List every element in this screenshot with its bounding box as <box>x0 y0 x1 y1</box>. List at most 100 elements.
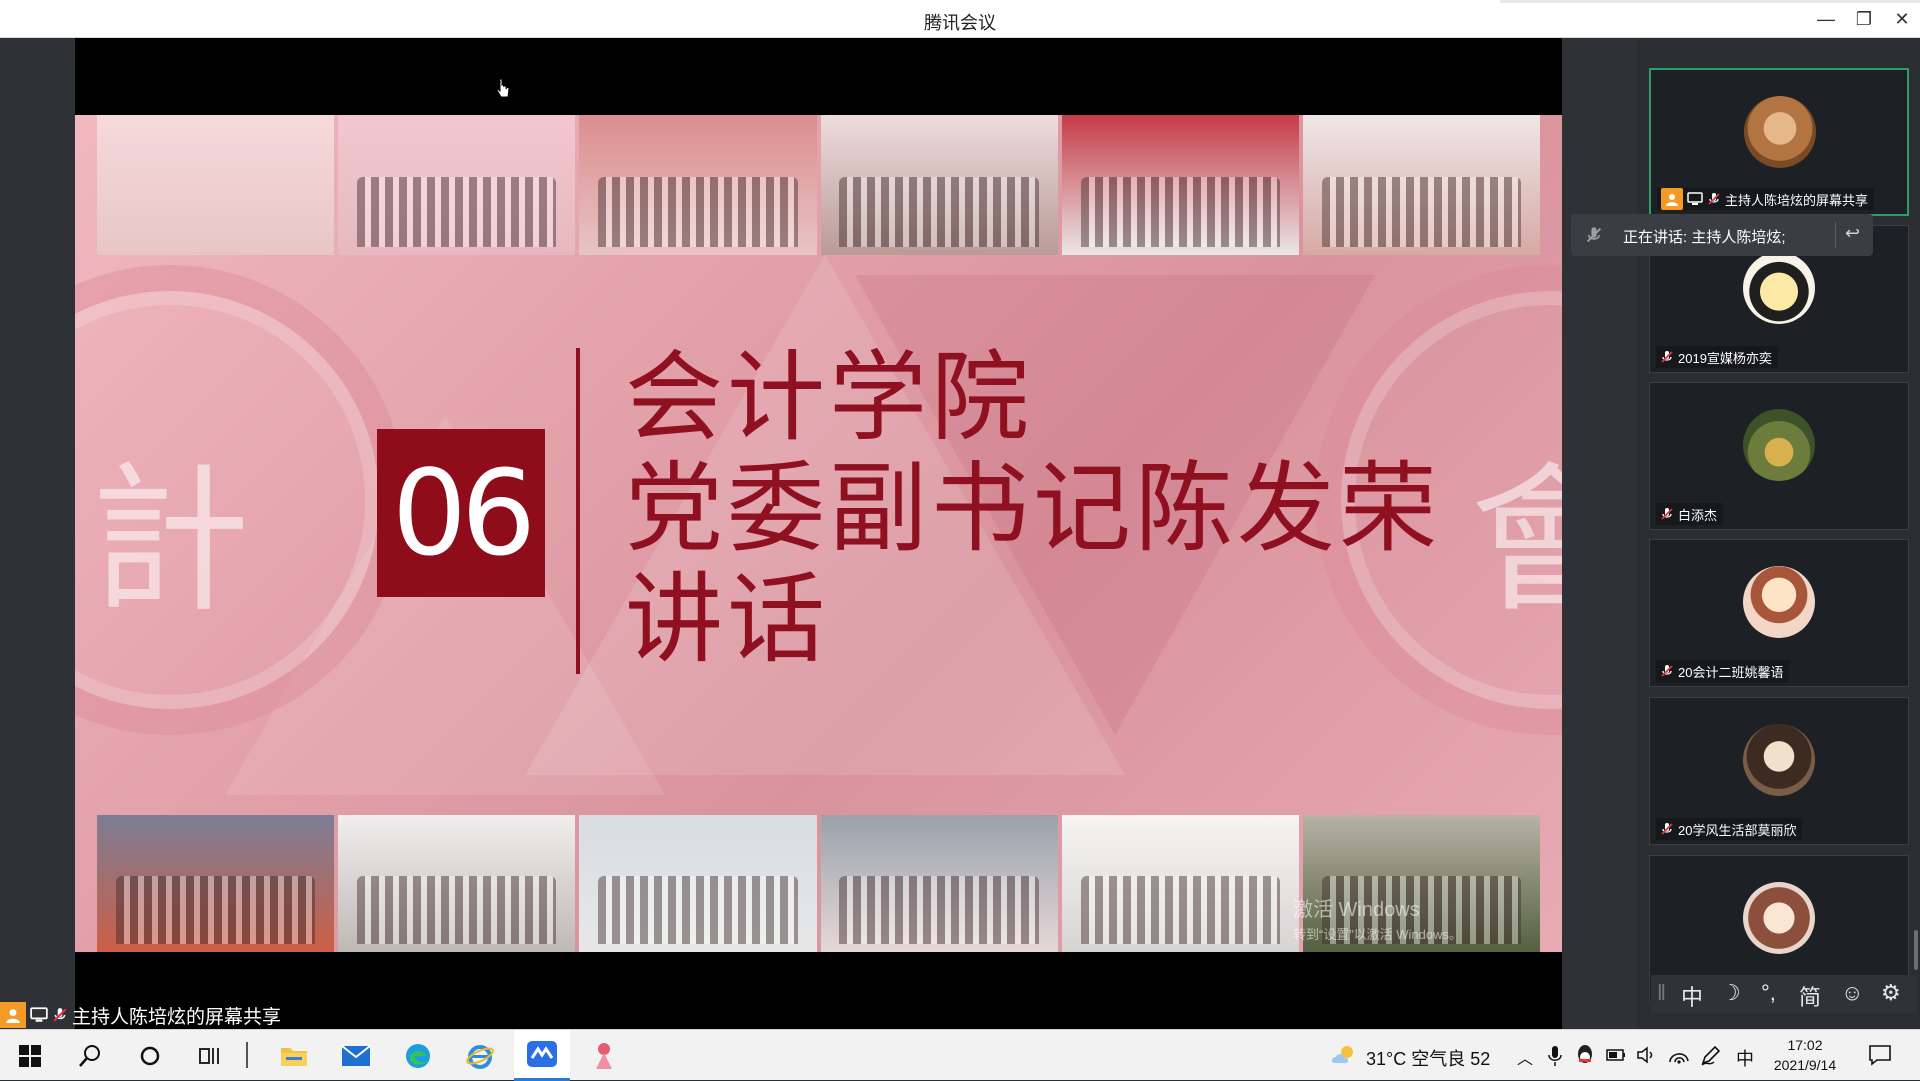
section-number-badge: 06 <box>377 429 545 597</box>
emoji-icon[interactable]: ☺ <box>1841 980 1863 1006</box>
slide-heading: 会计学院 党委副书记陈发荣 讲话 <box>625 343 1441 676</box>
panel-scrollbar[interactable] <box>1914 930 1918 970</box>
slide-photo <box>1061 815 1299 952</box>
cat-avatar-icon <box>1744 96 1816 168</box>
participant-tile[interactable]: 白添杰 <box>1649 382 1909 530</box>
settings-icon[interactable]: ⚙ <box>1881 980 1901 1006</box>
participant-name-tag: 白添杰 <box>1656 503 1724 525</box>
search-button[interactable] <box>62 1030 118 1081</box>
nature-avatar-icon <box>1743 409 1815 481</box>
restore-button[interactable]: ❐ <box>1846 6 1882 32</box>
slide-photo <box>97 815 335 952</box>
windows-taskbar: 31°C 空气良 52 ︿ 中 17:02 2021/9/14 <box>0 1029 1920 1081</box>
participant-tile[interactable]: 主持人陈培炫的屏幕共享 <box>1649 68 1909 216</box>
minimize-button[interactable]: — <box>1808 6 1844 32</box>
task-view-button[interactable] <box>182 1030 238 1081</box>
photo-strip-top <box>97 115 1541 255</box>
screen-share-icon <box>1687 192 1703 205</box>
host-icon <box>0 1002 26 1028</box>
girl-avatar-icon <box>1743 566 1815 638</box>
mic-muted-icon <box>1708 193 1720 205</box>
heading-line-2: 党委副书记陈发荣 <box>625 452 1442 566</box>
notification-icon[interactable] <box>1868 1044 1892 1066</box>
slide-photo <box>97 115 335 255</box>
tencent-meeting-button[interactable] <box>514 1030 570 1081</box>
ime-drag-handle[interactable]: ‖ <box>1657 980 1666 1006</box>
battery-icon[interactable] <box>1606 1048 1626 1062</box>
participant-name: 主持人陈培炫的屏幕共享 <box>1725 192 1869 208</box>
cartoon-avatar-icon <box>1743 252 1815 324</box>
mic-muted-icon <box>1661 823 1673 835</box>
speaking-text: 正在讲话: 主持人陈培炫; <box>1623 229 1786 246</box>
participant-name-tag: 20学风生活部莫丽欣 <box>1656 818 1803 840</box>
screen-share-label: 主持人陈培炫的屏幕共享 <box>0 1000 281 1030</box>
mic-icon <box>1586 227 1602 243</box>
punctuation-toggle[interactable]: °, <box>1761 980 1776 1006</box>
watermark-line-1: 激活 Windows <box>1293 899 1420 921</box>
heading-line-3: 讲话 <box>625 563 830 677</box>
edge-icon <box>406 1043 430 1068</box>
mail-icon <box>341 1044 371 1066</box>
file-explorer-button[interactable] <box>266 1030 322 1081</box>
participant-name-tag: 2019宣媒杨亦奕 <box>1656 346 1778 368</box>
ie-button[interactable] <box>452 1030 508 1081</box>
weather-icon[interactable] <box>1330 1043 1358 1067</box>
folder-icon <box>281 1047 307 1066</box>
slide-photo <box>338 815 576 952</box>
weather-text[interactable]: 31°C 空气良 52 <box>1366 1045 1490 1071</box>
seal-glyph: 計 <box>89 447 250 634</box>
participant-name: 2019宣媒杨亦奕 <box>1678 350 1772 366</box>
wifi-icon[interactable] <box>1668 1045 1690 1065</box>
internet-explorer-icon <box>466 1044 494 1069</box>
edge-button[interactable] <box>390 1030 446 1081</box>
speaking-indicator: 正在讲话: 主持人陈培炫; ↩ <box>1571 214 1873 256</box>
volume-icon[interactable] <box>1636 1045 1656 1065</box>
heading-line-1: 会计学院 <box>625 341 1034 455</box>
simplified-toggle[interactable]: 简 <box>1799 980 1821 1012</box>
share-label-text: 主持人陈培炫的屏幕共享 <box>72 1006 282 1028</box>
input-method-indicator[interactable]: 中 <box>1736 1045 1754 1071</box>
task-view-icon <box>199 1047 219 1064</box>
cortana-icon <box>140 1046 160 1065</box>
participant-tile[interactable]: 20学风生活部莫丽欣 <box>1649 697 1909 845</box>
mouse-pointer-icon <box>496 78 510 98</box>
microphone-icon[interactable] <box>1548 1045 1562 1067</box>
moon-icon[interactable]: ☽ <box>1721 980 1741 1006</box>
slide-photo <box>579 815 817 952</box>
chevron-up-icon[interactable]: ︿ <box>1517 1045 1533 1069</box>
slide-photo <box>338 115 576 255</box>
ime-language-toggle[interactable]: 中 <box>1681 980 1703 1012</box>
qq-icon[interactable] <box>1576 1044 1594 1066</box>
mic-muted-icon <box>1661 508 1673 520</box>
slide-photo <box>820 815 1058 952</box>
cortana-button[interactable] <box>122 1030 178 1081</box>
windows-activation-watermark: 激活 Windows 转到“设置”以激活 Windows。 <box>1293 893 1462 943</box>
participant-name: 白添杰 <box>1678 507 1718 523</box>
title-divider <box>576 348 580 674</box>
tencent-meeting-icon <box>527 1041 557 1067</box>
clock-time: 17:02 <box>1787 1037 1823 1053</box>
taskbar-separator <box>246 1042 248 1068</box>
presentation-slide: 計 會 06 会计学院 党委副书记陈发荣 讲话 激活 Windows 转到“设置… <box>75 115 1562 952</box>
participant-name: 20会计二班姚馨语 <box>1678 664 1784 680</box>
ime-toolbar: ‖ 中 ☽ °, 简 ☺ ⚙ <box>1651 975 1917 1013</box>
start-button[interactable] <box>2 1030 58 1081</box>
collapse-icon[interactable]: ↩ <box>1845 223 1860 244</box>
search-icon <box>79 1044 100 1067</box>
mic-muted-icon <box>1661 351 1673 363</box>
participant-name-tag: 主持人陈培炫的屏幕共享 <box>1657 188 1875 210</box>
watermark-line-2: 转到“设置”以激活 Windows。 <box>1293 927 1463 942</box>
app-button[interactable] <box>576 1030 632 1081</box>
host-icon <box>1661 188 1683 210</box>
clock-date: 2021/9/14 <box>1773 1057 1837 1073</box>
mail-button[interactable] <box>328 1030 384 1081</box>
pen-icon[interactable] <box>1700 1044 1722 1066</box>
slide-photo <box>820 115 1058 255</box>
close-button[interactable]: ✕ <box>1884 6 1920 32</box>
participant-tile[interactable]: 20会计二班姚馨语 <box>1649 539 1909 687</box>
title-bar-highlight <box>1500 0 1920 3</box>
woman-avatar-icon <box>1743 724 1815 796</box>
system-clock[interactable]: 17:02 2021/9/14 <box>1768 1035 1842 1075</box>
participant-name: 20学风生活部莫丽欣 <box>1678 822 1797 838</box>
app-character-icon <box>596 1042 612 1069</box>
